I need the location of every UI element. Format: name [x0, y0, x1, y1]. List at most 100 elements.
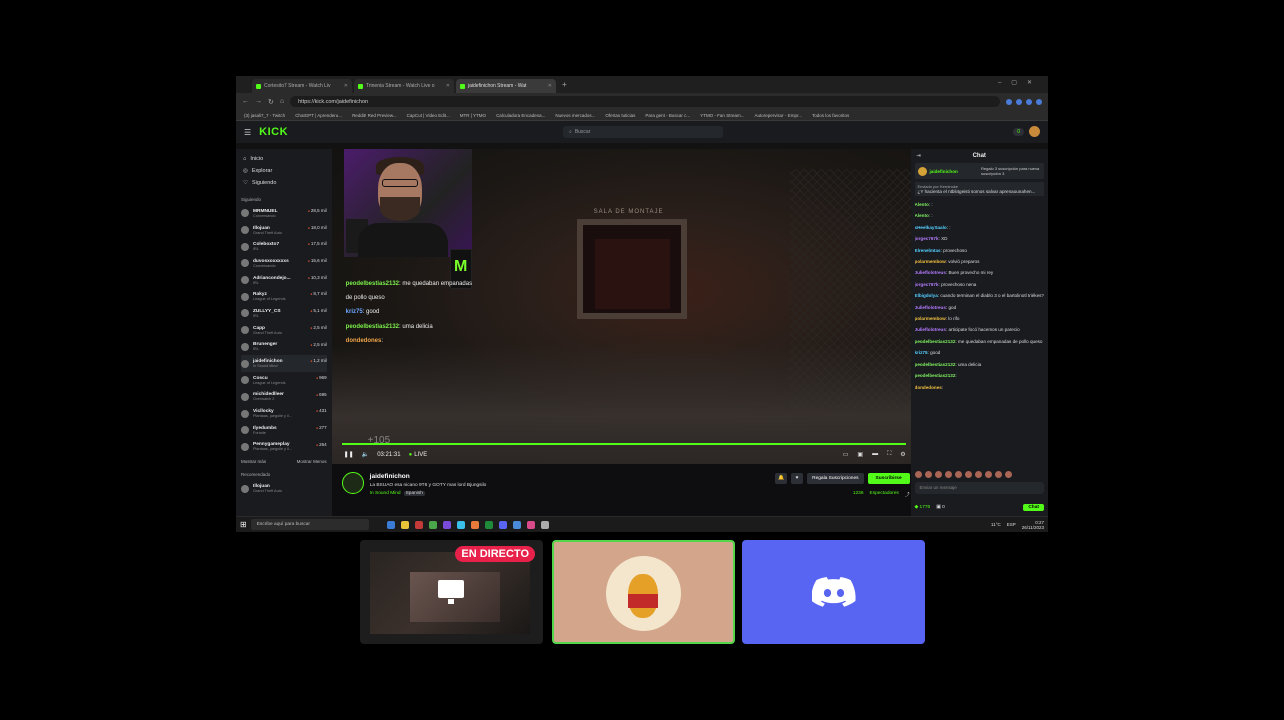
emote-icon[interactable] [934, 471, 942, 478]
chat-username[interactable]: peodelbestias2132 [915, 339, 956, 344]
search-input[interactable]: ⌕ Buscar [563, 126, 723, 138]
emote-icon[interactable] [944, 471, 952, 478]
browser-tab[interactable]: Cortesito7 Stream - Watch Liv ✕ [252, 79, 352, 93]
taskbar-search-input[interactable]: Escribe aquí para buscar [250, 519, 369, 530]
chat-username[interactable]: jorgec767k [915, 236, 939, 241]
chat-username[interactable]: polarmembow [915, 316, 946, 321]
progress-bar[interactable] [341, 443, 906, 445]
app-icon[interactable] [456, 520, 465, 529]
chat-username[interactable]: Julieflolotreus [915, 270, 946, 275]
sidebar-channel[interactable]: IllojuanGrand Theft Auto 18,0 mil [241, 222, 327, 239]
windows-start-icon[interactable]: ⊞ [240, 520, 247, 529]
share-icon[interactable]: ⤴ [905, 491, 910, 498]
chat-username[interactable]: kriz75 [915, 350, 928, 355]
pinned-user[interactable]: jaidefinichon [930, 169, 958, 174]
home-icon[interactable]: ⌂ [280, 98, 284, 105]
emote-icon[interactable] [914, 471, 922, 478]
emote-icon[interactable] [984, 471, 992, 478]
chrome-icon[interactable] [512, 520, 521, 529]
settings-icon[interactable]: ⚙ [900, 451, 905, 458]
bookmark[interactable]: Nuevos mercados... [555, 113, 595, 118]
chat-username[interactable]: polarmembow [915, 259, 946, 264]
back-icon[interactable]: ← [242, 98, 249, 105]
chat-username[interactable]: Alento [915, 213, 929, 218]
browser-tab[interactable]: Trinenia Stream - Watch Live o ✕ [354, 79, 454, 93]
points-display[interactable]: ◆ 1776 [915, 505, 931, 510]
heart-icon[interactable]: ♥ [791, 473, 804, 484]
streamer-name[interactable]: jaidefinichon [370, 473, 410, 480]
chat-username[interactable]: Julieflolotreus [915, 327, 946, 332]
forward-icon[interactable]: → [255, 98, 262, 105]
bookmark[interactable]: Todos los favoritos [812, 113, 849, 118]
url-input[interactable]: https://kick.com/jaidefinichon [290, 96, 1000, 107]
gift-count[interactable]: ▣ 0 [936, 505, 945, 510]
close-icon[interactable]: ✕ [344, 83, 348, 89]
sidebar-channel[interactable]: Coleboxto7IRL 17,5 mil [241, 238, 327, 255]
subscribe-button[interactable]: Suscribirse [867, 473, 910, 484]
app-icon[interactable] [428, 520, 437, 529]
collapse-chat-icon[interactable]: ⇥ [917, 149, 921, 163]
sidebar-channel[interactable]: jaidefinichonIn Sound Mind 1,2 mil [241, 355, 327, 372]
kick-logo[interactable]: KICK [259, 126, 288, 138]
sidebar-channel[interactable]: CoscuLeague of Legends 969 [241, 372, 327, 389]
pip-icon[interactable]: ▣ [857, 451, 863, 458]
user-avatar[interactable] [1029, 126, 1040, 137]
sidebar-channel[interactable]: michidedlleerOverwatch 2 695 [241, 389, 327, 406]
clip-icon[interactable]: ▭ [843, 451, 849, 458]
sidebar-channel[interactable]: duvosxoxxxxxsConversando 15,6 mil [241, 255, 327, 272]
emote-icon[interactable] [1004, 471, 1012, 478]
bookmark[interactable]: ChatGPT | Aprenderu... [295, 113, 342, 118]
volume-icon[interactable]: 🔈 [362, 451, 369, 458]
bookmark[interactable]: CapCut | Video Edit... [407, 113, 450, 118]
language-indicator[interactable]: ESP [1007, 522, 1016, 527]
show-more-button[interactable]: Mostrar más [241, 459, 266, 464]
sidebar-item-inicio[interactable]: ⌂ Inicio [241, 153, 327, 165]
emote-icon[interactable] [924, 471, 932, 478]
sidebar-channel[interactable]: MRMNUELConversando 28,5 mil [241, 205, 327, 222]
close-icon[interactable]: ✕ [446, 83, 450, 89]
chat-username[interactable]: xHeelkaySaalo [915, 225, 947, 230]
app-icon[interactable] [540, 520, 549, 529]
extension-icon[interactable] [1006, 98, 1012, 105]
points-badge[interactable]: 0 [1013, 127, 1024, 136]
chat-username[interactable]: dondedones [915, 385, 942, 390]
emote-icon[interactable] [964, 471, 972, 478]
pause-icon[interactable]: ❚❚ [344, 451, 354, 458]
theater-icon[interactable]: ▬ [872, 451, 878, 458]
app-icon[interactable] [386, 520, 395, 529]
close-icon[interactable]: ✕ [548, 83, 552, 89]
bookmark[interactable]: YTMO - Fan Stream... [700, 113, 744, 118]
bookmark[interactable]: Autorepervisor - Empr... [754, 113, 802, 118]
chat-username[interactable]: Elbigdolya [915, 293, 938, 298]
stream-tag[interactable]: Spanish [403, 491, 425, 496]
app-icon[interactable] [470, 520, 479, 529]
user-tile-discord[interactable] [742, 540, 925, 644]
sidebar-channel[interactable]: BrunengerIRL 2,5 mil [241, 339, 327, 356]
video-player[interactable]: SALA DE MONTAJE M peodelbestias2132: me … [331, 149, 920, 464]
chat-username[interactable]: Elrenelmtas [915, 248, 941, 253]
menu-icon[interactable]: ☰ [244, 128, 251, 137]
chat-send-button[interactable]: Chat [1023, 504, 1044, 511]
window-controls[interactable]: ‒▢✕ [998, 79, 1042, 86]
clock[interactable]: 0:27 26/11/2023 [1022, 520, 1044, 530]
discord-icon[interactable] [498, 520, 507, 529]
excel-icon[interactable] [484, 520, 493, 529]
screen-share-tile[interactable]: EN DIRECTO [360, 540, 543, 644]
extension-icon[interactable] [1026, 98, 1032, 105]
sidebar-channel[interactable]: VicllockyPlantaas, juegoile y ll... 431 [241, 405, 327, 422]
chat-username[interactable]: jorgec767k [915, 282, 939, 287]
sidebar-channel[interactable]: ZULLYY_CSIRL 5,1 mil [241, 305, 327, 322]
sidebar-item-siguiendo[interactable]: ♡ Siguiendo [241, 177, 327, 189]
bookmark[interactable]: (3) jasali7_7 - Twitch [244, 113, 285, 118]
chat-username[interactable]: Alento [915, 202, 929, 207]
extension-icon[interactable] [1016, 98, 1022, 105]
new-tab-icon[interactable]: + [558, 80, 571, 89]
reload-icon[interactable]: ↻ [268, 98, 274, 106]
stream-category[interactable]: In Sound Mind [370, 491, 401, 496]
show-less-button[interactable]: Mostrar Menos [297, 459, 327, 464]
bookmark[interactable]: Ofertas tuticias [605, 113, 635, 118]
sidebar-channel[interactable]: CappGrand Theft Auto 2,5 mil [241, 322, 327, 339]
app-icon[interactable] [526, 520, 535, 529]
browser-tab-active[interactable]: jaidefinichon Stream - Wat ✕ [456, 79, 556, 93]
bell-icon[interactable]: 🔔 [775, 473, 788, 484]
